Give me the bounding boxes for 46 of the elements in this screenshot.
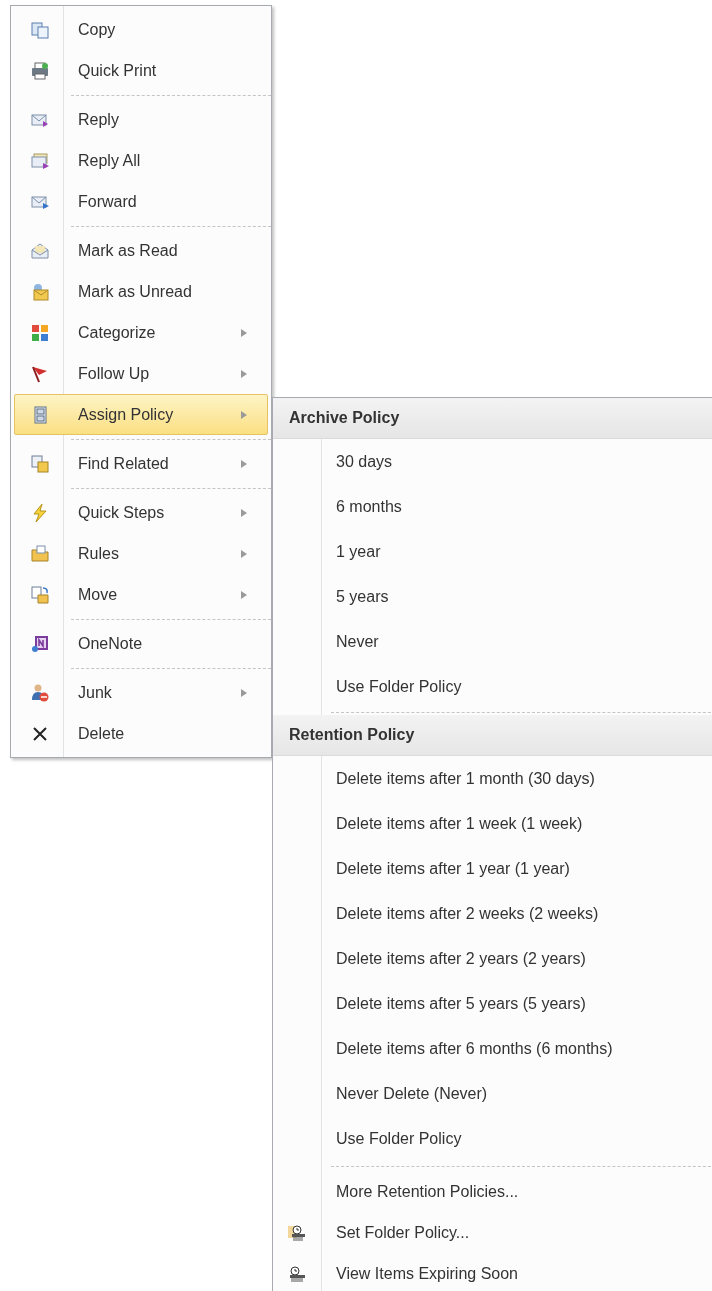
- menu-item[interactable]: Mark as Unread: [14, 271, 268, 312]
- menu-item[interactable]: Use Folder Policy: [273, 664, 712, 709]
- menu-item[interactable]: Delete items after 5 years (5 years): [273, 981, 712, 1026]
- menu-item[interactable]: Delete items after 1 week (1 week): [273, 801, 712, 846]
- menu-item[interactable]: Forward: [14, 181, 268, 222]
- menu-item[interactable]: OneNote: [14, 623, 268, 664]
- menu-item[interactable]: 30 days: [273, 439, 712, 484]
- menu-item[interactable]: Find Related: [14, 443, 268, 484]
- menu-item[interactable]: Delete items after 2 years (2 years): [273, 936, 712, 981]
- menu-item[interactable]: Never: [273, 619, 712, 664]
- menu-item[interactable]: 1 year: [273, 529, 712, 574]
- menu-item[interactable]: Quick Print: [14, 50, 268, 91]
- menu-item[interactable]: Quick Steps: [14, 492, 268, 533]
- copy-icon: [29, 19, 50, 40]
- menu-item[interactable]: Copy: [14, 9, 268, 50]
- menu-item[interactable]: Junk: [14, 672, 268, 713]
- documents-icon: [29, 453, 50, 474]
- menu-item[interactable]: Move: [14, 574, 268, 615]
- envelope-reply-all-icon: [29, 150, 50, 171]
- folder-icon: [29, 543, 50, 564]
- menu-item[interactable]: Mark as Read: [14, 230, 268, 271]
- menu-item[interactable]: Delete items after 1 year (1 year): [273, 846, 712, 891]
- section-header: Archive Policy: [273, 398, 712, 439]
- menu-item[interactable]: More Retention Policies...: [273, 1171, 712, 1212]
- printer-icon: [29, 60, 50, 81]
- section-header: Retention Policy: [273, 715, 712, 756]
- menu-item[interactable]: Delete items after 1 month (30 days): [273, 756, 712, 801]
- menu-item[interactable]: Assign Policy: [14, 394, 268, 435]
- menu-item[interactable]: Delete items after 6 months (6 months): [273, 1026, 712, 1071]
- menu-item[interactable]: 6 months: [273, 484, 712, 529]
- color-grid-icon: [29, 322, 50, 343]
- person-blocked-icon: [29, 682, 50, 703]
- move-icon: [29, 584, 50, 605]
- menu-item[interactable]: Follow Up: [14, 353, 268, 394]
- menu-item[interactable]: Categorize: [14, 312, 268, 353]
- menu-item[interactable]: Never Delete (Never): [273, 1071, 712, 1116]
- menu-item[interactable]: Rules: [14, 533, 268, 574]
- menu-item[interactable]: Delete: [14, 713, 268, 754]
- menu-item[interactable]: Set Folder Policy...: [273, 1212, 712, 1253]
- menu-item[interactable]: Reply: [14, 99, 268, 140]
- menu-item[interactable]: View Items Expiring Soon: [273, 1253, 712, 1291]
- menu-item[interactable]: Reply All: [14, 140, 268, 181]
- menu-item[interactable]: Use Folder Policy: [273, 1116, 712, 1161]
- clock-shredder-icon: [287, 1263, 307, 1284]
- menu-item[interactable]: 5 years: [273, 574, 712, 619]
- menu-item[interactable]: Delete items after 2 weeks (2 weeks): [273, 891, 712, 936]
